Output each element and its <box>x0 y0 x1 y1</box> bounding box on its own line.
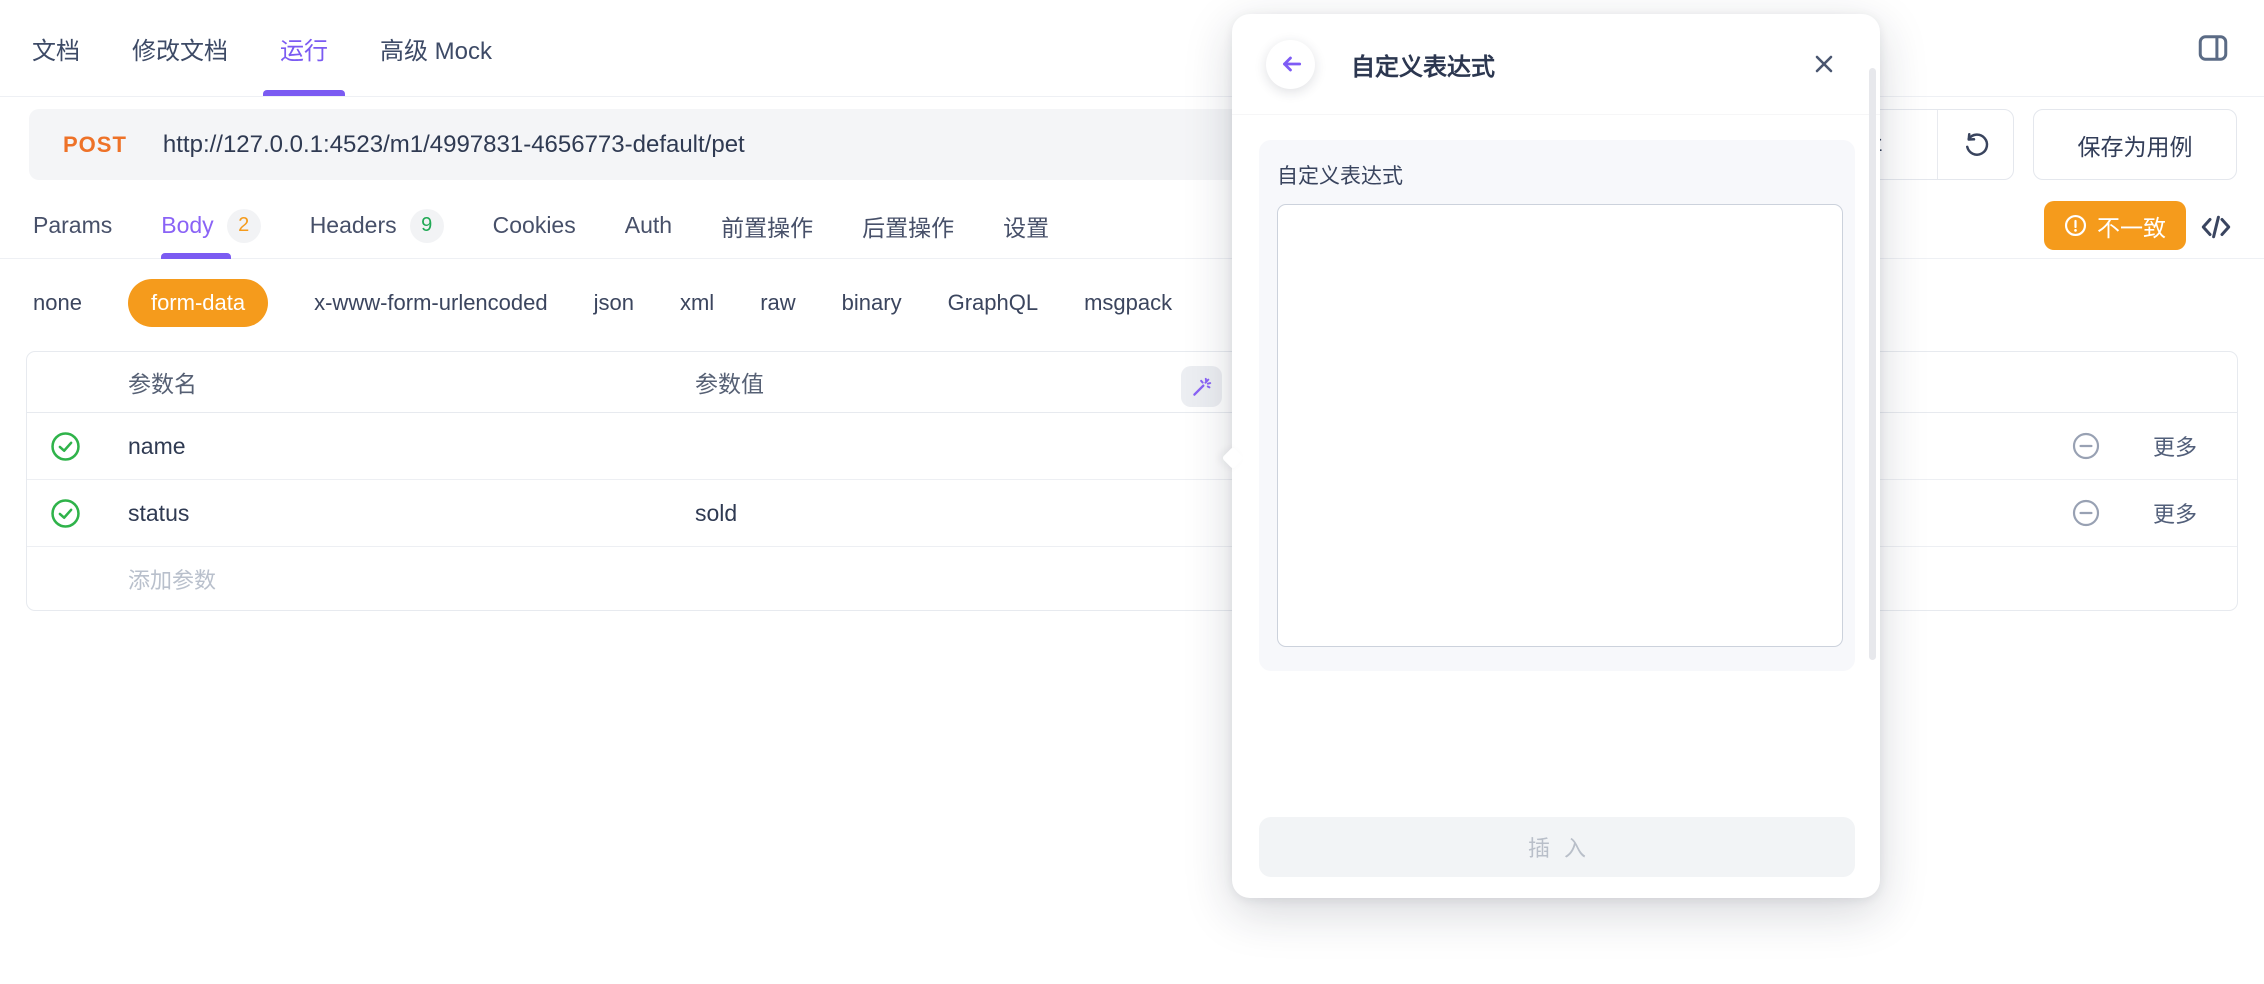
active-tab-underline <box>263 90 345 96</box>
table-row: status sold 更多 <box>27 480 2237 547</box>
body-type-binary[interactable]: binary <box>842 290 902 316</box>
nav-tab-label: 文档 <box>32 31 80 66</box>
expression-panel: 自定义表达式 <box>1259 140 1855 671</box>
tab-label: Body <box>161 212 213 239</box>
tab-params[interactable]: Params <box>33 193 112 258</box>
body-type-form-data[interactable]: form-data <box>128 279 268 327</box>
nav-tab-advanced-mock[interactable]: 高级 Mock <box>380 0 492 96</box>
active-tab-underline <box>161 253 231 259</box>
api-run-page: 文档 修改文档 运行 高级 Mock POST http://127.0.0.1… <box>0 0 2264 984</box>
refresh-button[interactable] <box>1937 110 2013 179</box>
top-nav: 文档 修改文档 运行 高级 Mock <box>0 0 2264 97</box>
top-nav-tabs: 文档 修改文档 运行 高级 Mock <box>32 0 492 96</box>
row-more-button[interactable]: 更多 <box>2153 430 2197 462</box>
tab-label: Params <box>33 212 112 239</box>
code-view-icon[interactable] <box>2196 207 2236 247</box>
body-type-msgpack[interactable]: msgpack <box>1084 290 1172 316</box>
tab-label: 后置操作 <box>862 209 954 243</box>
inconsistent-label: 不一致 <box>2097 209 2166 243</box>
modal-scrollbar[interactable] <box>1869 68 1876 660</box>
param-name-input[interactable]: name <box>89 433 695 460</box>
check-circle-icon <box>50 431 81 462</box>
add-param-row[interactable]: 添加参数 <box>27 547 2237 610</box>
body-type-graphql[interactable]: GraphQL <box>948 290 1039 316</box>
check-circle-icon <box>50 498 81 529</box>
magic-wand-button[interactable] <box>1181 366 1222 407</box>
sidebar-toggle-icon[interactable] <box>2194 29 2232 67</box>
http-method-badge: POST <box>63 132 127 158</box>
tab-label: 设置 <box>1003 209 1049 243</box>
magic-wand-icon <box>1189 374 1215 400</box>
expression-field-label: 自定义表达式 <box>1277 160 1839 190</box>
tab-headers[interactable]: Headers 9 <box>310 193 444 258</box>
table-header-row: 参数名 参数值 <box>27 352 2237 413</box>
back-button[interactable] <box>1266 40 1315 89</box>
row-enabled-checkbox[interactable] <box>41 431 89 462</box>
row-enabled-checkbox[interactable] <box>41 498 89 529</box>
custom-expression-modal: 自定义表达式 自定义表达式 插入 <box>1232 14 1880 898</box>
add-param-placeholder: 添加参数 <box>89 563 695 595</box>
request-url: http://127.0.0.1:4523/m1/4997831-4656773… <box>163 131 745 159</box>
tab-label: Cookies <box>493 212 576 239</box>
tab-label: 前置操作 <box>721 209 813 243</box>
param-name-input[interactable]: status <box>89 500 695 527</box>
arrow-left-icon <box>1278 51 1304 77</box>
save-as-case-label: 保存为用例 <box>2078 128 2193 162</box>
nav-tab-label: 修改文档 <box>132 31 228 66</box>
modal-title: 自定义表达式 <box>1351 47 1495 82</box>
tab-body[interactable]: Body 2 <box>161 193 260 258</box>
request-tabs: Params Body 2 Headers 9 Cookies Auth 前置操… <box>0 193 2264 259</box>
tab-label: Headers <box>310 212 397 239</box>
tab-post-operations[interactable]: 后置操作 <box>862 193 954 258</box>
insert-button[interactable]: 插入 <box>1259 817 1855 877</box>
body-type-urlencoded[interactable]: x-www-form-urlencoded <box>314 290 548 316</box>
nav-tab-run[interactable]: 运行 <box>280 0 328 96</box>
refresh-icon <box>1961 130 1991 160</box>
tab-pre-operations[interactable]: 前置操作 <box>721 193 813 258</box>
body-type-selector: none form-data x-www-form-urlencoded jso… <box>0 259 2264 347</box>
close-icon <box>1810 50 1838 78</box>
tab-cookies[interactable]: Cookies <box>493 193 576 258</box>
inconsistent-badge[interactable]: 不一致 <box>2044 201 2186 250</box>
headers-count-badge: 9 <box>410 209 444 243</box>
row-more-button[interactable]: 更多 <box>2153 497 2197 529</box>
body-count-badge: 2 <box>227 209 261 243</box>
remove-row-icon[interactable] <box>2071 431 2101 461</box>
save-as-case-button[interactable]: 保存为用例 <box>2033 109 2237 180</box>
body-type-none[interactable]: none <box>33 290 82 316</box>
body-type-raw[interactable]: raw <box>760 290 795 316</box>
close-button[interactable] <box>1802 42 1846 86</box>
nav-tab-label: 高级 Mock <box>380 31 492 66</box>
modal-header: 自定义表达式 <box>1232 14 1880 114</box>
tab-label: Auth <box>625 212 672 239</box>
body-type-json[interactable]: json <box>594 290 634 316</box>
tab-auth[interactable]: Auth <box>625 193 672 258</box>
form-data-table: 参数名 参数值 name 更多 <box>26 351 2238 611</box>
tab-settings[interactable]: 设置 <box>1003 193 1049 258</box>
nav-tab-edit-docs[interactable]: 修改文档 <box>132 0 228 96</box>
remove-row-icon[interactable] <box>2071 498 2101 528</box>
request-bar: POST http://127.0.0.1:4523/m1/4997831-46… <box>0 97 2264 193</box>
expression-textarea[interactable] <box>1277 204 1843 647</box>
column-header-name: 参数名 <box>89 365 695 399</box>
warning-circle-icon <box>2064 214 2087 237</box>
nav-tab-label: 运行 <box>280 31 328 66</box>
body-type-xml[interactable]: xml <box>680 290 714 316</box>
nav-tab-docs[interactable]: 文档 <box>32 0 80 96</box>
table-row: name 更多 <box>27 413 2237 480</box>
